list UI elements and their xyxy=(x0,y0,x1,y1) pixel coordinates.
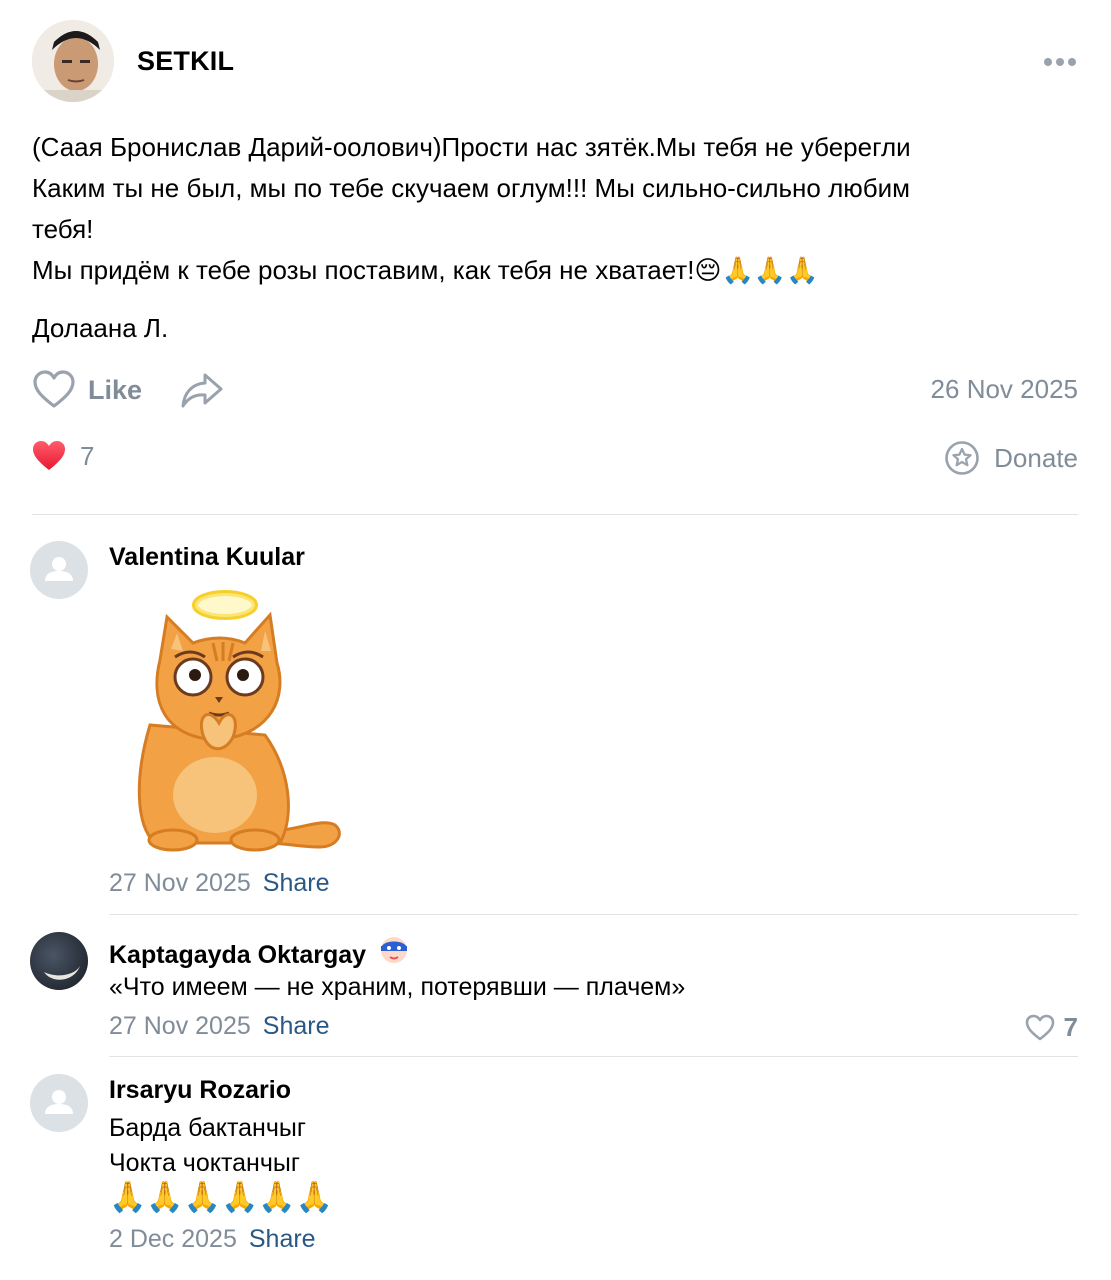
more-horizontal-icon[interactable] xyxy=(1042,54,1078,70)
post-text-line: Мы придём к тебе розы поставим, как тебя… xyxy=(32,255,819,285)
comment-text: «Что имеем — не храним, потерявши — плач… xyxy=(109,973,686,1001)
avatar[interactable] xyxy=(30,932,88,990)
author-photo xyxy=(32,20,114,102)
comment-meta: 27 Nov 2025 Share xyxy=(109,869,330,898)
heart-outline-icon xyxy=(1025,1014,1054,1040)
author-name[interactable]: SETKIL xyxy=(137,46,234,77)
post-date[interactable]: 26 Nov 2025 xyxy=(931,374,1078,405)
post-text: (Саая Бронислав Дарий-оолович)Прости нас… xyxy=(32,127,1078,291)
comment-author[interactable]: Kaptagayda Oktargay xyxy=(109,935,409,970)
comment-text-line: Чокта чоктанчыг xyxy=(109,1149,300,1177)
comment-author[interactable]: Valentina Kuular xyxy=(109,543,305,572)
donate-label: Donate xyxy=(994,442,1078,473)
donate-star-icon xyxy=(945,441,979,475)
avatar[interactable] xyxy=(30,541,88,599)
comment-author[interactable]: Irsaryu Rozario xyxy=(109,1076,291,1105)
comment-share-link[interactable]: Share xyxy=(263,869,330,897)
user-placeholder-icon xyxy=(45,1090,73,1114)
comment-author-name: Kaptagayda Oktargay xyxy=(109,941,367,969)
post-header: SETKIL xyxy=(32,20,1078,104)
comment-share-link[interactable]: Share xyxy=(263,1012,330,1040)
reactions-count: 7 xyxy=(80,440,95,471)
donate-button[interactable]: Donate xyxy=(944,440,1078,476)
post-text-line: (Саая Бронислав Дарий-оолович)Прости нас… xyxy=(32,132,911,162)
user-placeholder-icon xyxy=(45,557,73,581)
comment-date[interactable]: 27 Nov 2025 xyxy=(109,1012,251,1040)
comment-text-line: Барда бактанчыг xyxy=(109,1114,306,1142)
heart-filled-icon xyxy=(33,441,65,470)
section-divider xyxy=(32,514,1078,515)
heart-outline-icon xyxy=(33,370,75,408)
like-button[interactable]: Like xyxy=(32,364,142,416)
share-arrow-icon[interactable] xyxy=(180,370,224,410)
comment-meta: 27 Nov 2025 Share xyxy=(109,1012,330,1041)
reactions-summary[interactable]: 7 xyxy=(32,440,94,472)
like-label: Like xyxy=(88,374,143,405)
comment-emoji-line: 🙏🙏🙏🙏🙏🙏 xyxy=(109,1181,334,1214)
comment-date[interactable]: 2 Dec 2025 xyxy=(109,1225,237,1253)
comment-meta: 2 Dec 2025 Share xyxy=(109,1225,316,1254)
comment-like-count: 7 xyxy=(1063,1012,1078,1042)
comment-divider xyxy=(109,1056,1078,1057)
reactions-row: 7 Donate xyxy=(32,440,1078,484)
post-action-bar: Like 26 Nov 2025 xyxy=(32,364,1078,416)
comment-share-link[interactable]: Share xyxy=(249,1225,316,1253)
avatar[interactable] xyxy=(30,1074,88,1132)
comment-item: Kaptagayda Oktargay «Что имеем — не хран… xyxy=(30,932,1078,1042)
comment-date[interactable]: 27 Nov 2025 xyxy=(109,869,251,897)
ninja-badge-icon xyxy=(381,937,407,963)
comment-item: Irsaryu Rozario Барда бактанчыг Чокта чо… xyxy=(30,1074,1078,1274)
moon-avatar-image xyxy=(30,932,88,990)
comment-like-button[interactable]: 7 xyxy=(1024,1012,1078,1043)
post-text-line: тебя! xyxy=(32,214,94,244)
post-text-line: Каким ты не был, мы по тебе скучаем оглу… xyxy=(32,173,911,203)
cat-sticker xyxy=(137,590,341,852)
comment-divider xyxy=(109,914,1078,915)
post-signature: Долаана Л. xyxy=(32,313,169,343)
author-avatar[interactable] xyxy=(32,20,114,102)
